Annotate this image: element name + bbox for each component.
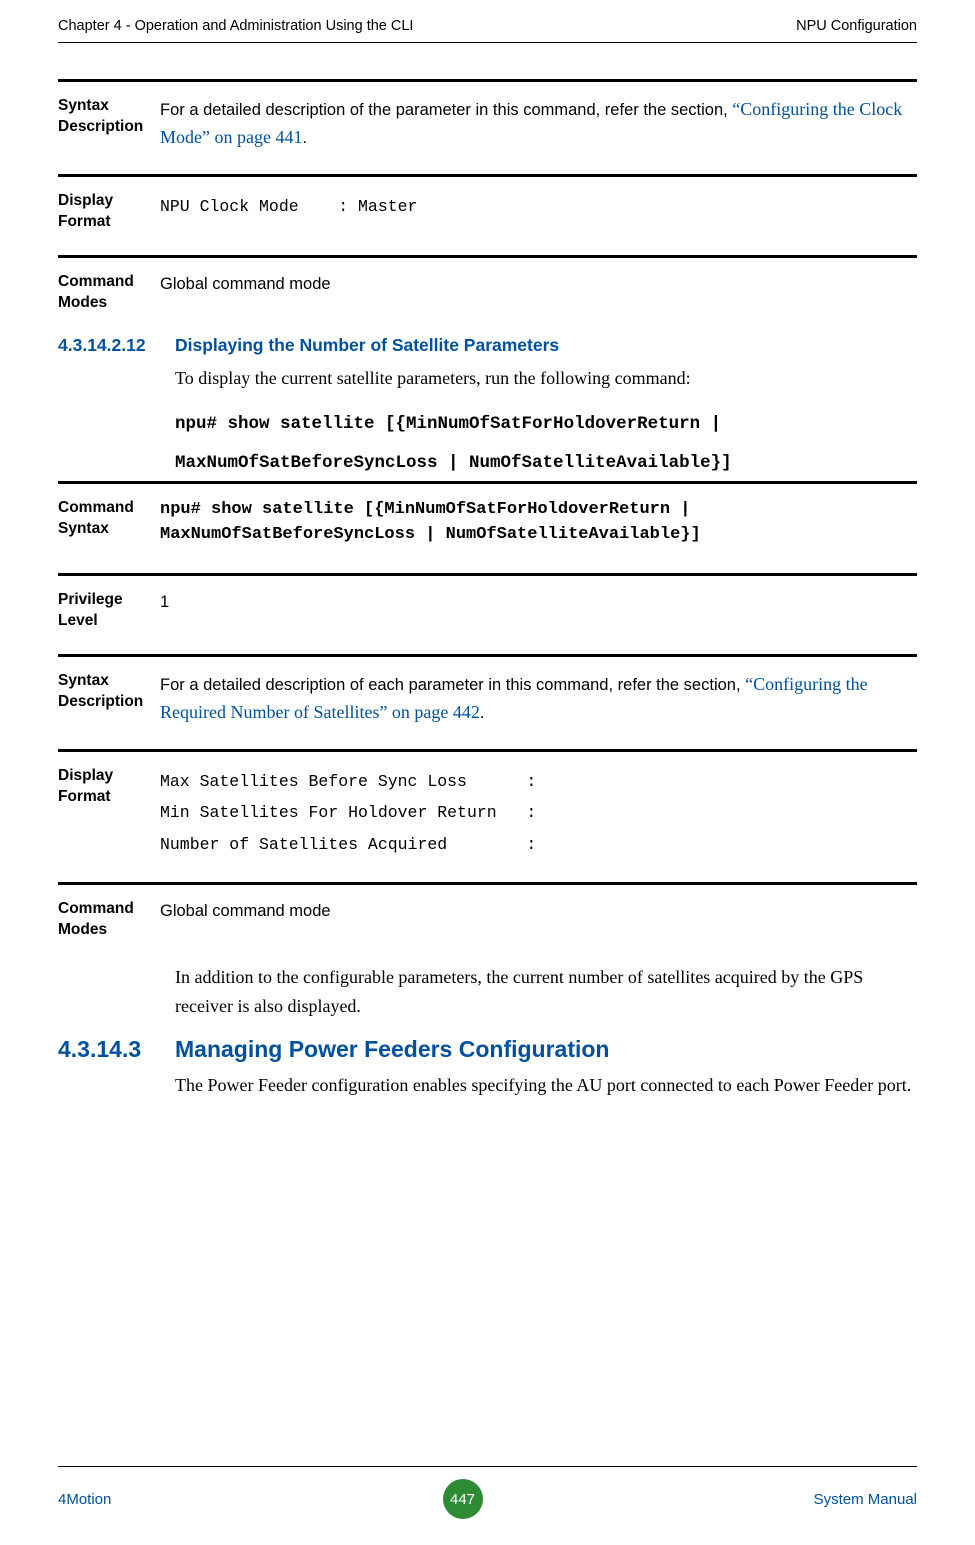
row-label: Display Format [58, 766, 160, 808]
footer-rule [58, 1466, 917, 1467]
paragraph: In addition to the configurable paramete… [175, 963, 917, 1022]
rule [58, 654, 917, 657]
row-body: Global command mode [160, 899, 917, 925]
rule [58, 573, 917, 576]
row-body: For a detailed description of the parame… [160, 96, 917, 152]
rule [58, 174, 917, 177]
running-header: Chapter 4 - Operation and Administration… [58, 0, 917, 42]
row-body: NPU Clock Mode : Master [160, 191, 917, 222]
code-line: NPU Clock Mode : Master [160, 191, 917, 222]
footer-right: System Manual [814, 1491, 917, 1508]
text: For a detailed description of the parame… [160, 101, 732, 119]
rule [58, 79, 917, 82]
header-left: Chapter 4 - Operation and Administration… [58, 18, 413, 34]
rule [58, 255, 917, 258]
code-line: MaxNumOfSatBeforeSyncLoss | NumOfSatelli… [160, 523, 917, 548]
row-body: Max Satellites Before Sync Loss : Min Sa… [160, 766, 917, 860]
footer-left: 4Motion [58, 1491, 111, 1508]
row-label: Syntax Description [58, 671, 160, 713]
section-power-feeders: 4.3.14.3 Managing Power Feeders Configur… [58, 1036, 917, 1101]
row-body: npu# show satellite [{MinNumOfSatForHold… [160, 498, 917, 547]
page-number-badge: 447 [443, 1479, 483, 1519]
text: . [302, 129, 307, 147]
section-number: 4.3.14.3 [58, 1036, 175, 1063]
paragraph: The Power Feeder configuration enables s… [175, 1071, 917, 1101]
row-label: Display Format [58, 191, 160, 233]
command-line: npu# show satellite [{MinNumOfSatForHold… [175, 408, 917, 440]
code-line: npu# show satellite [{MinNumOfSatForHold… [160, 498, 917, 523]
text: For a detailed description of each param… [160, 676, 745, 694]
syntax-description-block: Syntax Description For a detailed descri… [58, 96, 917, 152]
row-body: Global command mode [160, 272, 917, 298]
command-modes-block: Command Modes Global command mode [58, 899, 917, 941]
row-label: Command Syntax [58, 498, 160, 540]
header-rule [58, 42, 917, 43]
row-body: 1 [160, 590, 917, 616]
footer: 4Motion 447 System Manual [58, 1479, 917, 1519]
section-satellite-params: 4.3.14.2.12 Displaying the Number of Sat… [58, 335, 917, 478]
display-format-block: Display Format Max Satellites Before Syn… [58, 766, 917, 860]
row-label: Privilege Level [58, 590, 160, 632]
row-body: For a detailed description of each param… [160, 671, 917, 727]
paragraph: To display the current satellite paramet… [175, 364, 917, 394]
rule [58, 749, 917, 752]
syntax-description-block: Syntax Description For a detailed descri… [58, 671, 917, 727]
text: . [480, 704, 485, 722]
command-syntax-block: Command Syntax npu# show satellite [{Min… [58, 498, 917, 547]
section-title: Managing Power Feeders Configuration [175, 1036, 609, 1063]
row-label: Command Modes [58, 272, 160, 314]
code-line: Max Satellites Before Sync Loss : [160, 766, 917, 797]
display-format-block: Display Format NPU Clock Mode : Master [58, 191, 917, 233]
row-label: Command Modes [58, 899, 160, 941]
row-label: Syntax Description [58, 96, 160, 138]
privilege-level-block: Privilege Level 1 [58, 590, 917, 632]
header-right: NPU Configuration [796, 18, 917, 34]
section-number: 4.3.14.2.12 [58, 335, 175, 356]
rule [58, 481, 917, 484]
command-line: MaxNumOfSatBeforeSyncLoss | NumOfSatelli… [175, 447, 917, 479]
command-modes-block: Command Modes Global command mode [58, 272, 917, 314]
section-title: Displaying the Number of Satellite Param… [175, 335, 559, 356]
code-line: Number of Satellites Acquired : [160, 829, 917, 860]
rule [58, 882, 917, 885]
code-line: Min Satellites For Holdover Return : [160, 797, 917, 828]
